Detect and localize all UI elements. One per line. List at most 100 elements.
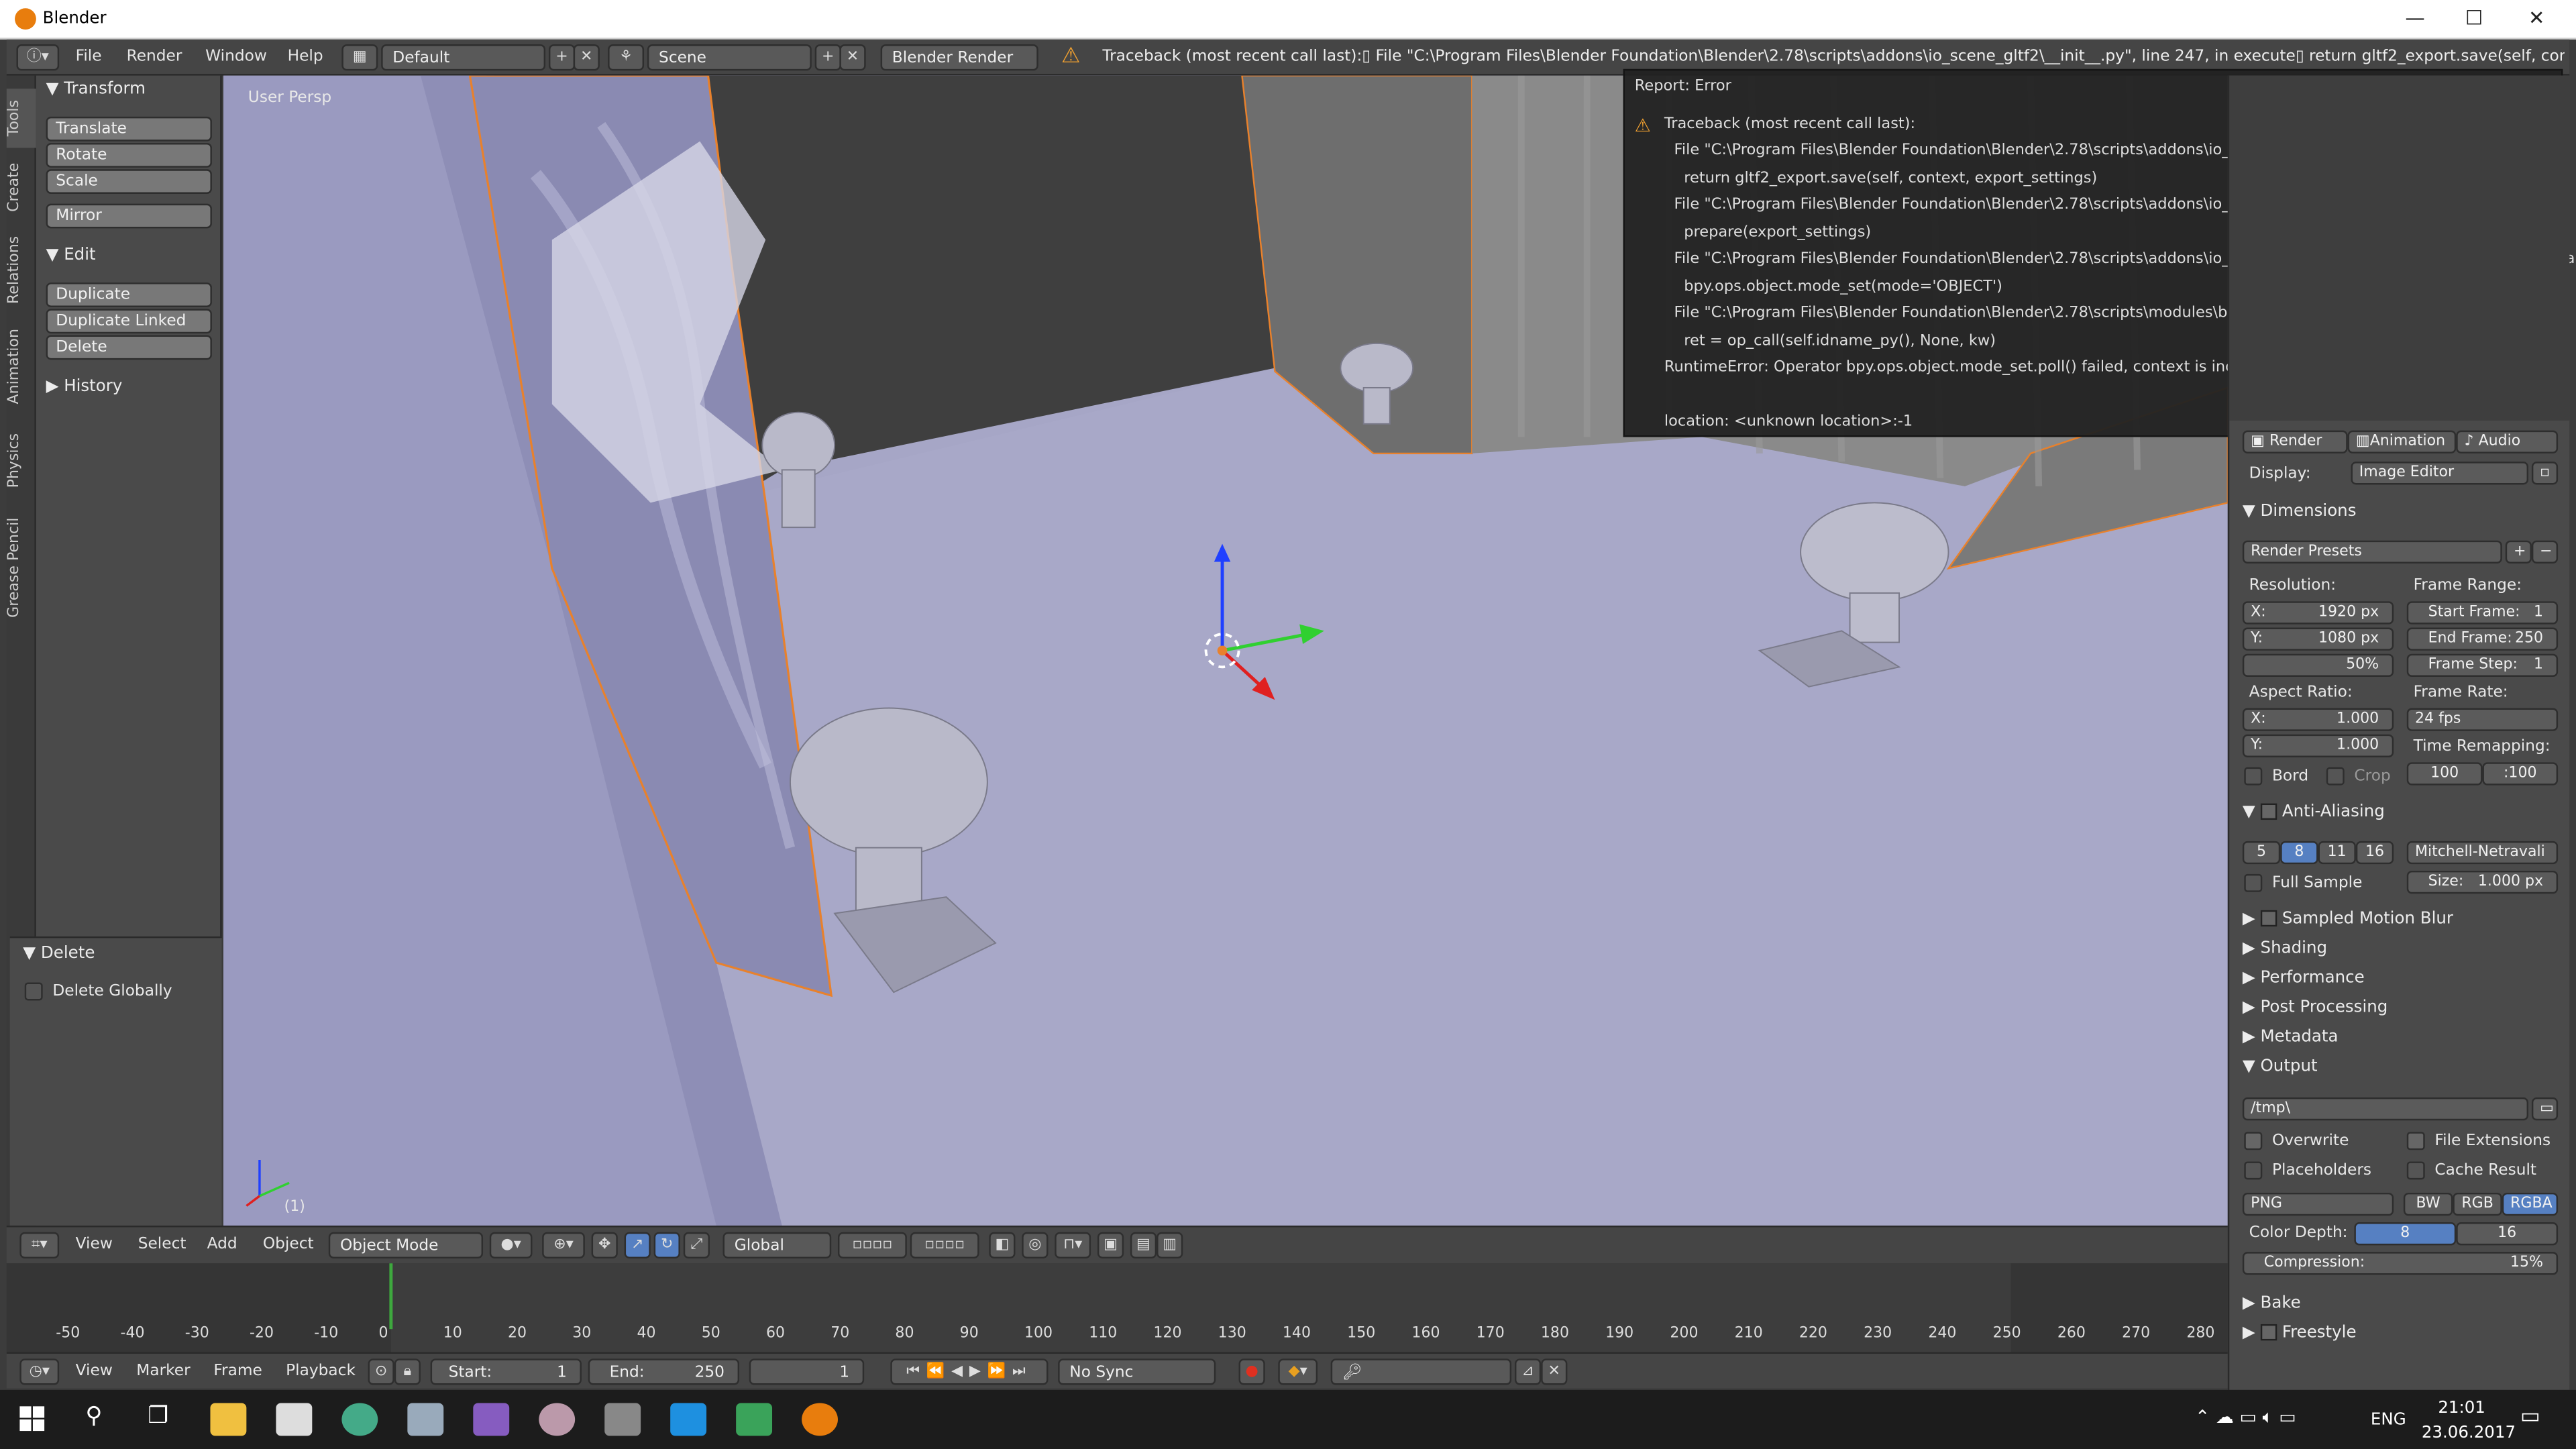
remove-preset-icon[interactable]: −	[2531, 540, 2559, 564]
aa-filter-selector[interactable]: Mitchell-Netravali	[2406, 841, 2559, 865]
animation-button[interactable]: ▥Animation	[2347, 430, 2457, 453]
freestyle-header[interactable]: ▶ Freestyle	[2243, 1324, 2357, 1342]
screen-layout-icon[interactable]: ▦	[341, 44, 378, 71]
chrome-icon[interactable]	[341, 1403, 378, 1436]
insert-keyframe-icon[interactable]: ⊿	[1514, 1358, 1542, 1385]
menu-frame[interactable]: Frame	[213, 1362, 262, 1380]
metadata-header[interactable]: ▶ Metadata	[2243, 1028, 2339, 1046]
anti-aliasing-header[interactable]: ▼ Anti-Aliasing	[2243, 803, 2385, 822]
post-processing-header[interactable]: ▶ Post Processing	[2243, 999, 2387, 1017]
resolution-x[interactable]: X: 1920 px	[2242, 601, 2394, 625]
calculator-icon[interactable]	[604, 1403, 641, 1436]
menu-view[interactable]: View	[76, 1236, 113, 1254]
color-rgb-button[interactable]: RGB	[2453, 1192, 2502, 1216]
color-rgba-button[interactable]: RGBA	[2502, 1192, 2559, 1216]
end-frame-field[interactable]: End: 250	[588, 1358, 740, 1385]
menu-help[interactable]: Help	[288, 48, 323, 66]
mode-selector[interactable]: Object Mode	[328, 1232, 484, 1258]
app-icon-green[interactable]	[736, 1403, 773, 1436]
github-icon[interactable]	[539, 1403, 576, 1436]
aspect-x[interactable]: X: 1.000	[2242, 708, 2394, 731]
search-icon[interactable]: ⚲	[85, 1403, 102, 1429]
scale-manipulator-icon[interactable]: ⤢	[683, 1232, 710, 1258]
mirror-button[interactable]: Mirror	[46, 203, 212, 229]
crop-checkbox[interactable]	[2326, 767, 2345, 786]
lock-camera-icon[interactable]: ◧	[989, 1232, 1016, 1258]
freestyle-checkbox[interactable]	[2260, 1324, 2277, 1341]
output-path-field[interactable]: /tmp\	[2242, 1097, 2529, 1121]
preview-range-icon[interactable]: ⊙	[368, 1358, 394, 1385]
file-format-selector[interactable]: PNG	[2242, 1192, 2394, 1216]
language-indicator[interactable]: ENG	[2371, 1411, 2406, 1430]
timeline[interactable]: -50 -40 -30 -20 -10 0 10 20 30 40 50 60 70 80 90 100 110…	[6, 1263, 2228, 1352]
aa-samples-11[interactable]: 11	[2318, 841, 2356, 865]
task-view-icon[interactable]: ❐	[148, 1403, 168, 1429]
menu-marker[interactable]: Marker	[136, 1362, 190, 1380]
remove-layout-icon[interactable]: ✕	[573, 44, 600, 71]
operator-panel-header[interactable]: ▼ Delete	[16, 941, 193, 971]
delete-globally-checkbox[interactable]	[24, 982, 43, 1001]
tray-icons[interactable]: ⌃ ☁ ▭ 🔈︎ ▭	[2195, 1406, 2296, 1429]
keying-icon[interactable]: ◆▾	[1278, 1358, 1318, 1385]
add-layout-icon[interactable]: +	[548, 44, 576, 71]
layout-selector[interactable]: Default	[381, 44, 546, 71]
notifications-icon[interactable]: ▭	[2520, 1405, 2540, 1430]
aa-samples-8[interactable]: 8	[2280, 841, 2318, 865]
menu-playback[interactable]: Playback	[286, 1362, 356, 1380]
visual-studio-icon[interactable]	[473, 1403, 510, 1436]
menu-add[interactable]: Add	[207, 1236, 237, 1254]
dimensions-header[interactable]: ▼ Dimensions	[2243, 502, 2357, 521]
current-frame-cursor[interactable]	[389, 1263, 393, 1330]
aa-samples-16[interactable]: 16	[2355, 841, 2394, 865]
history-panel-header[interactable]: ▶ History	[40, 374, 217, 404]
snap-icon[interactable]: ⊓▾	[1055, 1232, 1091, 1258]
folder-icon[interactable]: ▭	[2531, 1097, 2559, 1121]
menu-object[interactable]: Object	[263, 1236, 314, 1254]
blender-taskbar-icon[interactable]	[802, 1403, 838, 1436]
motion-blur-header[interactable]: ▶ Sampled Motion Blur	[2243, 910, 2453, 928]
full-sample-checkbox[interactable]	[2244, 873, 2263, 892]
delete-keyframe-icon[interactable]: ✕	[1541, 1358, 1568, 1385]
audio-button[interactable]: ♪ Audio	[2456, 430, 2559, 453]
clock-time[interactable]: 21:01	[2438, 1400, 2485, 1418]
editor-type-icon[interactable]: ⌗▾	[19, 1232, 60, 1258]
menu-select[interactable]: Select	[138, 1236, 186, 1254]
clock-date[interactable]: 23.06.2017	[2422, 1424, 2516, 1442]
placeholders-checkbox[interactable]	[2244, 1161, 2263, 1180]
translate-manipulator-icon[interactable]: ↗	[624, 1232, 651, 1258]
manipulator-icon[interactable]: ✥	[591, 1232, 618, 1258]
duplicate-linked-button[interactable]: Duplicate Linked	[46, 309, 212, 334]
lock-icon[interactable]: 🔒︎	[394, 1358, 421, 1385]
render-window-icon[interactable]: ▫	[2531, 462, 2559, 485]
frame-step[interactable]: Frame Step: 1	[2406, 653, 2559, 677]
render-engine-selector[interactable]: Blender Render	[880, 44, 1038, 71]
resolution-percentage[interactable]: 50%	[2242, 653, 2394, 677]
playback-controls[interactable]: ⏮⏪◀▶⏩⏭	[890, 1358, 1049, 1385]
tab-tools[interactable]: Tools	[6, 89, 36, 148]
skype-icon[interactable]	[670, 1403, 707, 1436]
delete-button[interactable]: Delete	[46, 335, 212, 360]
output-header[interactable]: ▼ Output	[2243, 1058, 2318, 1076]
pivot-icon[interactable]: ⊕▾	[542, 1232, 585, 1258]
cache-result-checkbox[interactable]	[2406, 1161, 2425, 1180]
scale-button[interactable]: Scale	[46, 169, 212, 194]
orientation-selector[interactable]: Global	[722, 1232, 832, 1258]
keying-set-field[interactable]: 🔑︎	[1330, 1358, 1512, 1385]
layers-icon[interactable]: ▫▫▫▫	[837, 1232, 907, 1258]
file-explorer-icon[interactable]	[210, 1403, 247, 1436]
app-icon[interactable]	[407, 1403, 444, 1436]
tab-animation[interactable]: Animation	[7, 319, 36, 414]
rotate-button[interactable]: Rotate	[46, 143, 212, 168]
color-depth-16[interactable]: 16	[2456, 1222, 2559, 1246]
aspect-y[interactable]: Y: 1.000	[2242, 734, 2394, 757]
start-frame-field[interactable]: Start: 1	[430, 1358, 582, 1385]
proportional-edit-icon[interactable]: ◎	[1022, 1232, 1049, 1258]
opengl-render-icon[interactable]: ▣	[1097, 1232, 1124, 1258]
tab-relations[interactable]: Relations	[7, 227, 36, 312]
rotate-manipulator-icon[interactable]: ↻	[653, 1232, 680, 1258]
record-icon[interactable]: ●	[1238, 1358, 1265, 1385]
border-checkbox[interactable]	[2244, 767, 2263, 786]
minimize-button[interactable]: —	[2399, 7, 2432, 33]
store-icon[interactable]	[276, 1403, 313, 1436]
anti-aliasing-checkbox[interactable]	[2260, 803, 2277, 820]
